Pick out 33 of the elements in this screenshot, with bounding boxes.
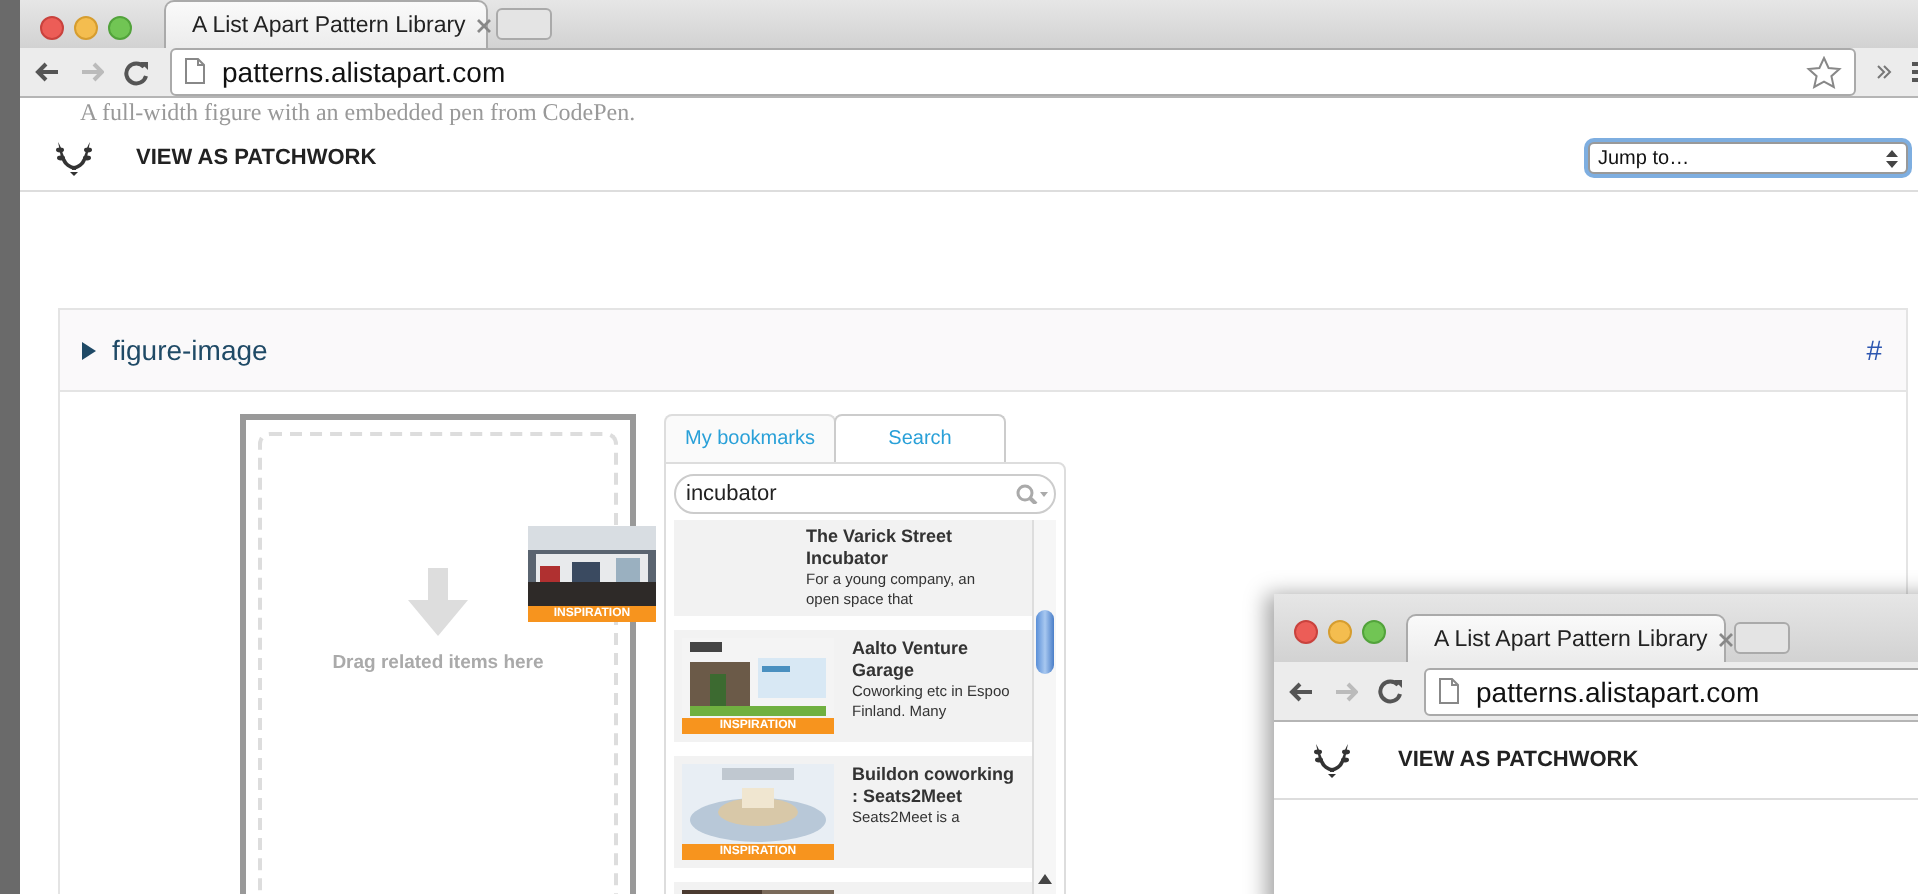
drop-zone-label: Drag related items here xyxy=(332,651,544,673)
chevron-icon[interactable] xyxy=(1876,64,1892,80)
result-title: The Varick Street Incubator xyxy=(806,526,955,570)
star-icon[interactable] xyxy=(1806,55,1842,89)
search-field[interactable]: incubator xyxy=(674,474,1056,514)
jump-to-select[interactable]: Jump to… xyxy=(1588,142,1908,174)
window-controls-icon[interactable] xyxy=(40,16,132,40)
updown-icon[interactable] xyxy=(1886,149,1898,167)
pattern-toggle[interactable]: figure-image xyxy=(80,334,268,366)
address-bar[interactable]: patterns.alistapart.com xyxy=(1424,667,1918,715)
tab-title: A List Apart Pattern Library xyxy=(192,13,466,37)
page-icon[interactable] xyxy=(184,58,206,86)
address-bar[interactable]: patterns.alistapart.com xyxy=(170,48,1856,96)
view-as-patchwork-link[interactable]: VIEW AS PATCHWORK xyxy=(1398,748,1639,772)
anchor-link[interactable]: # xyxy=(1866,334,1882,366)
result-title: Aalto Venture Garage xyxy=(852,638,971,682)
reload-icon[interactable] xyxy=(124,59,150,85)
result-title: Buildon coworking : Seats2Meet xyxy=(852,764,1016,808)
reload-icon[interactable] xyxy=(1378,678,1404,704)
search-icon[interactable] xyxy=(1016,484,1048,504)
page-icon[interactable] xyxy=(1438,677,1460,705)
intro-text: A full-width figure with an embedded pen from CodePen. xyxy=(78,98,638,126)
view-as-patchwork-link[interactable]: VIEW AS PATCHWORK xyxy=(136,146,377,170)
close-icon[interactable] xyxy=(475,17,492,33)
browser-tab[interactable]: A List Apart Pattern Library xyxy=(164,0,488,48)
scrollbar[interactable] xyxy=(1032,520,1056,894)
close-icon[interactable] xyxy=(1717,631,1734,647)
back-arrow-icon[interactable] xyxy=(1286,679,1314,703)
collapsed-triangle-icon[interactable] xyxy=(80,341,98,359)
tab-title: A List Apart Pattern Library xyxy=(1434,627,1708,651)
scroll-thumb[interactable] xyxy=(1036,610,1054,674)
window-controls-icon[interactable] xyxy=(1294,620,1386,644)
back-arrow-icon[interactable] xyxy=(32,60,60,84)
